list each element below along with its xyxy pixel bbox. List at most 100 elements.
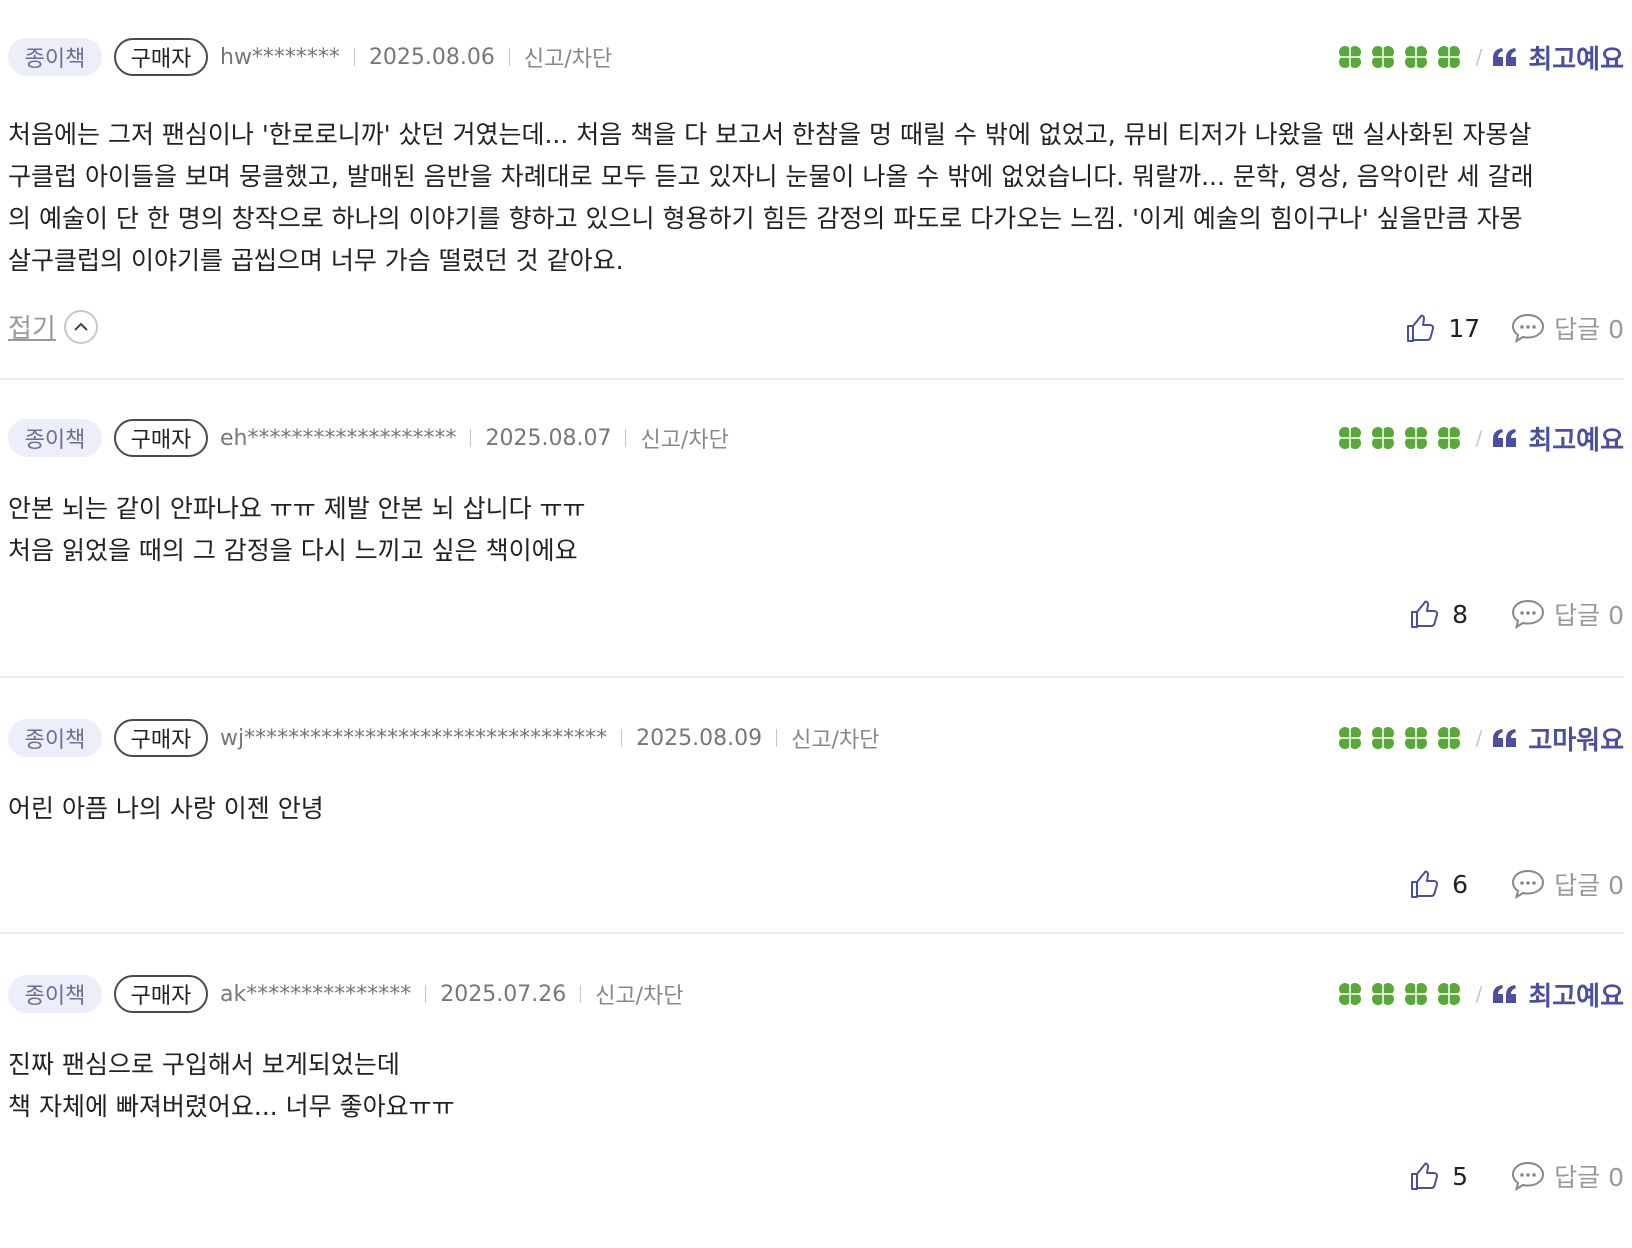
reply-button[interactable]: 답글 0	[1510, 1158, 1624, 1194]
like-button[interactable]: 5	[1408, 1160, 1480, 1192]
clover-rating	[1336, 980, 1468, 1008]
reply-button[interactable]: 답글 0	[1510, 310, 1624, 346]
like-button[interactable]: 8	[1408, 598, 1480, 630]
fold-button[interactable]: 접기	[8, 308, 98, 345]
review-actions: 8 답글 0	[1408, 596, 1624, 632]
review-text: 어린 아픔 나의 사랑 이젠 안녕	[8, 794, 324, 823]
clover-icon	[1437, 727, 1460, 749]
review-meta: 종이책 구매자 eh******************* 2025.08.07…	[8, 416, 1624, 460]
rating-divider: /	[1475, 726, 1483, 750]
rating-area: / 고마워요	[1336, 716, 1624, 760]
review-item: 종이책 구매자 eh******************* 2025.08.07…	[0, 380, 1624, 678]
review-footer: 접기 17 답글 0	[8, 298, 1624, 358]
like-count: 5	[1452, 1161, 1469, 1191]
format-badge: 종이책	[8, 419, 102, 457]
reviewer-id: hw********	[220, 44, 340, 70]
rating-area: / 최고예요	[1336, 972, 1624, 1016]
report-block-link[interactable]: 신고/차단	[640, 422, 728, 454]
rating-area: / 최고예요	[1336, 35, 1624, 79]
review-date: 2025.08.09	[636, 725, 763, 751]
clover-icon	[1437, 983, 1460, 1005]
quote-icon	[1493, 48, 1517, 66]
review-meta: 종이책 구매자 wj******************************…	[8, 716, 1624, 760]
review-actions: 5 답글 0	[1408, 1158, 1624, 1194]
divider	[621, 729, 623, 747]
review-item: 종이책 구매자 wj******************************…	[0, 678, 1624, 934]
clover-icon	[1338, 983, 1361, 1005]
review-meta: 종이책 구매자 hw******** 2025.08.06 신고/차단 / 최고…	[8, 35, 1624, 79]
speech-bubble-icon	[1512, 599, 1545, 630]
review-text: 안본 뇌는 같이 안파나요 ㅠㅠ 제발 안본 뇌 삽니다 ㅠㅠ 처음 읽었을 때…	[8, 494, 586, 565]
like-button[interactable]: 17	[1404, 312, 1480, 344]
review-item: 종이책 구매자 ak*************** 2025.07.26 신고/…	[0, 934, 1624, 1248]
review-text: 처음에는 그저 팬심이나 '한로로니까' 샀던 거였는데... 처음 책을 다 …	[8, 120, 1534, 275]
review-footer: 8 답글 0	[8, 584, 1624, 644]
emotion-label: 최고예요	[1528, 981, 1624, 1012]
thumbs-up-icon	[1407, 314, 1435, 342]
clover-rating	[1336, 424, 1468, 452]
clover-rating	[1336, 43, 1468, 71]
clover-icon	[1437, 427, 1460, 449]
review-actions: 17 답글 0	[1404, 310, 1624, 346]
clover-icon	[1404, 983, 1427, 1005]
clover-icon	[1404, 46, 1427, 68]
buyer-badge: 구매자	[114, 38, 208, 76]
quote-icon	[1493, 729, 1517, 747]
review-meta: 종이책 구매자 ak*************** 2025.07.26 신고/…	[8, 972, 1624, 1016]
divider	[353, 48, 355, 66]
review-footer: 5 답글 0	[8, 1146, 1624, 1206]
like-count: 6	[1452, 869, 1469, 899]
buyer-badge: 구매자	[114, 419, 208, 457]
buyer-badge: 구매자	[114, 975, 208, 1013]
format-badge: 종이책	[8, 38, 102, 76]
thumbs-up-icon	[1411, 1162, 1439, 1190]
reply-button[interactable]: 답글 0	[1510, 596, 1624, 632]
clover-icon	[1338, 427, 1361, 449]
review-date: 2025.07.26	[440, 981, 567, 1007]
divider	[425, 985, 427, 1003]
clover-icon	[1371, 983, 1394, 1005]
clover-icon	[1404, 727, 1427, 749]
reply-label: 답글 0	[1554, 1163, 1624, 1192]
emotion-label: 최고예요	[1528, 44, 1624, 75]
emotion-label: 최고예요	[1528, 425, 1624, 456]
clover-rating	[1336, 724, 1468, 752]
thumbs-up-icon	[1411, 600, 1439, 628]
rating-area: / 최고예요	[1336, 416, 1624, 460]
report-block-link[interactable]: 신고/차단	[595, 978, 683, 1010]
like-count: 17	[1448, 313, 1481, 343]
reply-label: 답글 0	[1554, 871, 1624, 900]
reply-button[interactable]: 답글 0	[1510, 866, 1624, 902]
reply-label: 답글 0	[1554, 601, 1624, 630]
report-block-link[interactable]: 신고/차단	[524, 41, 612, 73]
report-block-link[interactable]: 신고/차단	[791, 722, 879, 754]
like-button[interactable]: 6	[1408, 868, 1480, 900]
like-count: 8	[1452, 599, 1469, 629]
speech-bubble-icon	[1512, 1161, 1545, 1192]
emotion-label: 고마워요	[1528, 725, 1624, 756]
chevron-up-icon[interactable]	[63, 309, 98, 344]
review-date: 2025.08.06	[368, 44, 495, 70]
clover-icon	[1404, 427, 1427, 449]
clover-icon	[1371, 427, 1394, 449]
clover-icon	[1437, 46, 1460, 68]
rating-divider: /	[1475, 982, 1483, 1006]
divider	[625, 429, 627, 447]
clover-icon	[1371, 727, 1394, 749]
reviewer-id: eh*******************	[220, 425, 457, 451]
quote-icon	[1493, 429, 1517, 447]
thumbs-up-icon	[1411, 870, 1439, 898]
quote-icon	[1493, 985, 1517, 1003]
clover-icon	[1338, 727, 1361, 749]
clover-icon	[1371, 46, 1394, 68]
review-item: 종이책 구매자 hw******** 2025.08.06 신고/차단 / 최고…	[0, 0, 1624, 380]
divider	[508, 48, 510, 66]
divider	[580, 985, 582, 1003]
review-date: 2025.08.07	[485, 425, 612, 451]
reviewer-id: ak***************	[220, 981, 412, 1007]
clover-icon	[1338, 46, 1361, 68]
reviewer-id: wj*********************************	[220, 725, 608, 751]
buyer-badge: 구매자	[114, 719, 208, 757]
review-text: 진짜 팬심으로 구입해서 보게되었는데 책 자체에 빠져버렸어요... 너무 좋…	[8, 1050, 455, 1121]
rating-divider: /	[1475, 45, 1483, 69]
